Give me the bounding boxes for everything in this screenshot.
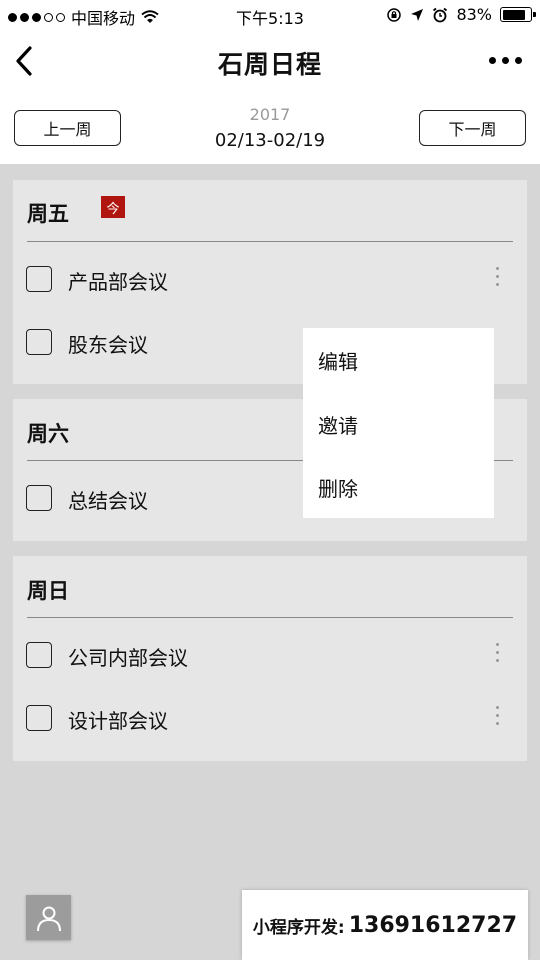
battery-percent: 83% [456, 5, 492, 24]
wifi-icon [141, 10, 159, 23]
task-checkbox[interactable] [26, 642, 52, 668]
task-checkbox[interactable] [26, 485, 52, 511]
more-horizontal-icon[interactable] [489, 57, 522, 64]
user-avatar-button[interactable] [26, 895, 71, 940]
day-header: 周日 [27, 558, 513, 618]
day-title: 周五 [27, 202, 69, 226]
task-label[interactable]: 公司内部会议 [68, 642, 188, 671]
task-row: 公司内部会议 [13, 623, 527, 686]
day-header: 周五 今 [27, 182, 513, 242]
task-checkbox[interactable] [26, 266, 52, 292]
more-vertical-icon[interactable] [496, 267, 499, 286]
week-navigation: 上一周 2017 02/13-02/19 下一周 [0, 92, 540, 164]
carrier-label: 中国移动 [71, 9, 136, 28]
task-row: 产品部会议 [13, 247, 527, 310]
nav-bar: 石周日程 [0, 30, 540, 92]
location-arrow-icon [411, 8, 424, 21]
promo-phone-number: 13691612727 [348, 912, 518, 938]
orientation-lock-icon [387, 7, 402, 22]
task-checkbox[interactable] [26, 705, 52, 731]
task-label[interactable]: 产品部会议 [68, 266, 168, 295]
promo-label: 小程序开发: [252, 917, 345, 938]
user-icon [36, 906, 61, 931]
day-title: 周日 [27, 579, 69, 603]
next-week-button[interactable]: 下一周 [419, 110, 526, 146]
chevron-left-icon[interactable] [12, 44, 36, 78]
task-checkbox[interactable] [26, 329, 52, 355]
more-vertical-icon[interactable] [496, 706, 499, 725]
status-bar: 中国移动 下午5:13 83% [0, 0, 540, 30]
task-label[interactable]: 股东会议 [68, 329, 148, 358]
menu-item-edit[interactable]: 编辑 [318, 346, 358, 375]
status-bar-left: 中国移动 [8, 5, 159, 29]
task-context-menu: 编辑 邀请 删除 [303, 328, 494, 518]
status-bar-right: 83% [386, 5, 536, 24]
menu-item-delete[interactable]: 删除 [318, 473, 358, 502]
page-title: 石周日程 [217, 50, 322, 79]
task-row: 设计部会议 [13, 686, 527, 749]
day-title: 周六 [27, 422, 69, 446]
today-badge: 今 [101, 196, 125, 218]
task-label[interactable]: 设计部会议 [68, 705, 168, 734]
menu-item-invite[interactable]: 邀请 [318, 410, 358, 439]
battery-icon [500, 7, 536, 22]
more-vertical-icon[interactable] [496, 643, 499, 662]
task-label[interactable]: 总结会议 [68, 485, 148, 514]
alarm-icon [433, 7, 448, 22]
signal-icon [8, 12, 65, 22]
promo-banner: 小程序开发: 13691612727 [242, 890, 528, 960]
day-card-sunday: 周日 公司内部会议 设计部会议 [13, 556, 527, 761]
